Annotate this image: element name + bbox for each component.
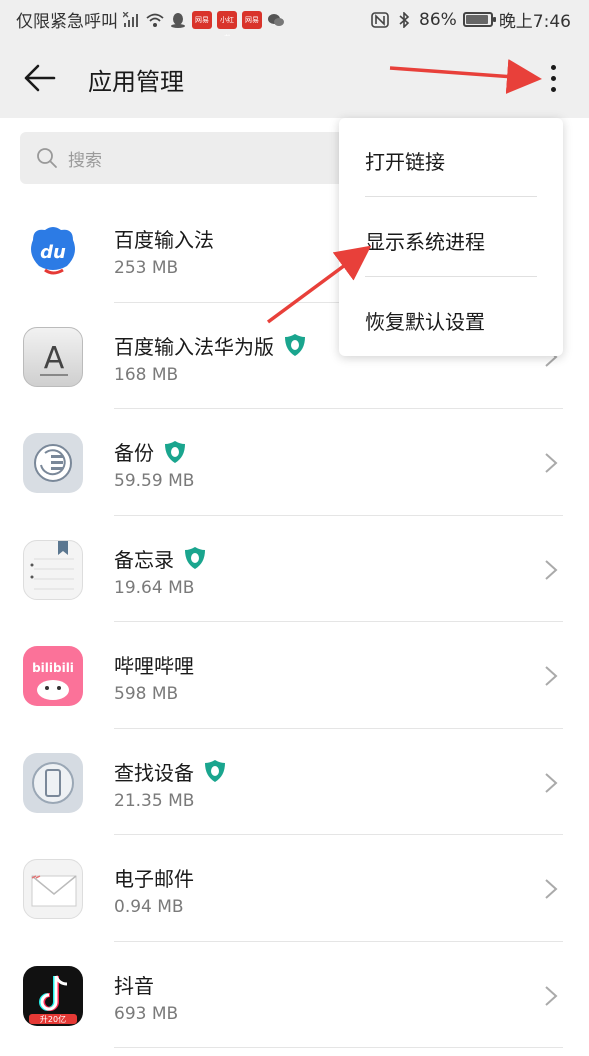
app-size: 0.94 MB <box>114 897 184 917</box>
divider <box>114 1047 563 1048</box>
app-name: 查找设备 <box>114 760 194 785</box>
app-name: 抖音 <box>114 973 154 998</box>
status-left: 仅限紧急呼叫 网易 小红书 网易 <box>16 7 285 42</box>
find-device-icon <box>23 752 83 813</box>
chevron-right-icon <box>545 879 558 899</box>
netease-badge-icon: 网易 <box>192 10 212 29</box>
douyin-icon: 升20亿 <box>23 965 83 1026</box>
back-button[interactable] <box>20 58 60 98</box>
app-name: 备份 <box>114 441 154 465</box>
list-item[interactable]: 备忘录 19.64 MB <box>0 516 589 622</box>
no-signal-icon <box>123 11 138 27</box>
arrow-left-icon <box>24 64 56 92</box>
search-input[interactable]: 搜索 <box>20 132 350 184</box>
shield-icon <box>165 440 185 463</box>
qq-icon <box>171 12 185 28</box>
list-item[interactable]: 备份 59.59 MB <box>0 409 589 516</box>
more-options-button[interactable] <box>536 58 570 98</box>
notes-icon <box>23 539 83 600</box>
baidu-du-label: du <box>40 242 66 263</box>
bluetooth-icon <box>399 11 410 28</box>
app-name: 备忘录 <box>114 547 174 572</box>
list-item[interactable]: 查找设备 21.35 MB <box>0 729 589 835</box>
carrier-text: 仅限紧急呼叫 <box>16 12 118 32</box>
clock: 晚上7:46 <box>498 12 571 32</box>
email-icon <box>23 859 83 919</box>
chevron-right-icon <box>545 772 558 793</box>
search-placeholder: 搜索 <box>68 150 102 171</box>
battery-icon <box>462 12 496 27</box>
page-title: 应用管理 <box>88 68 184 96</box>
baidu-huawei-icon: A <box>23 326 83 387</box>
app-size: 693 MB <box>114 1003 179 1024</box>
shield-icon <box>285 334 305 356</box>
menu-item-reset-defaults[interactable]: 恢复默认设置 <box>365 306 485 335</box>
baidu-input-icon: du <box>23 220 83 280</box>
app-toolbar: 应用管理 <box>0 36 589 118</box>
list-item[interactable]: bilibili 哔哩哔哩 598 MB <box>0 622 589 729</box>
app-name: 百度输入法 <box>114 228 214 252</box>
app-size: 253 MB <box>114 258 179 278</box>
overflow-menu: 打开链接 显示系统进程 恢复默认设置 <box>339 118 563 356</box>
battery-percent: 86% <box>419 9 457 30</box>
menu-divider <box>365 276 537 277</box>
menu-divider <box>365 196 537 197</box>
list-item[interactable]: 升20亿 抖音 693 MB <box>0 942 589 1048</box>
chevron-right-icon <box>545 453 558 473</box>
app-size: 598 MB <box>114 684 179 704</box>
app-size: 59.59 MB <box>114 471 195 491</box>
app-size: 19.64 MB <box>114 577 195 598</box>
more-vertical-icon <box>550 64 556 70</box>
bilibili-icon: bilibili <box>23 646 83 706</box>
list-item[interactable]: 电子邮件 0.94 MB <box>0 835 589 942</box>
chevron-right-icon <box>545 985 558 1006</box>
letter-a-label: A <box>44 341 65 376</box>
app-name: 百度输入法华为版 <box>114 334 274 359</box>
app-name: 哔哩哔哩 <box>114 654 194 678</box>
status-bar: 仅限紧急呼叫 网易 小红书 网易 86% 晚上7:46 <box>0 0 589 42</box>
wechat-icon <box>268 13 284 26</box>
douyin-badge-label: 升20亿 <box>40 1014 66 1024</box>
app-size: 21.35 MB <box>114 790 195 811</box>
app-name: 电子邮件 <box>114 867 194 891</box>
menu-item-open-link[interactable]: 打开链接 <box>365 146 445 175</box>
netease-music-badge-icon: 网易 <box>242 10 262 29</box>
bilibili-label: bilibili <box>32 661 74 675</box>
menu-item-show-system-processes[interactable]: 显示系统进程 <box>365 226 485 255</box>
shield-icon <box>185 547 205 569</box>
xiaohongshu-badge-icon: 小红书 <box>217 10 237 42</box>
wifi-icon <box>146 13 164 27</box>
chevron-right-icon <box>545 559 558 580</box>
nfc-icon <box>371 11 389 28</box>
backup-icon <box>23 433 83 493</box>
status-right: 86% 晚上7:46 <box>371 7 571 32</box>
search-icon <box>37 148 57 168</box>
app-size: 168 MB <box>114 364 179 385</box>
chevron-right-icon <box>545 666 558 686</box>
shield-icon <box>205 760 225 782</box>
